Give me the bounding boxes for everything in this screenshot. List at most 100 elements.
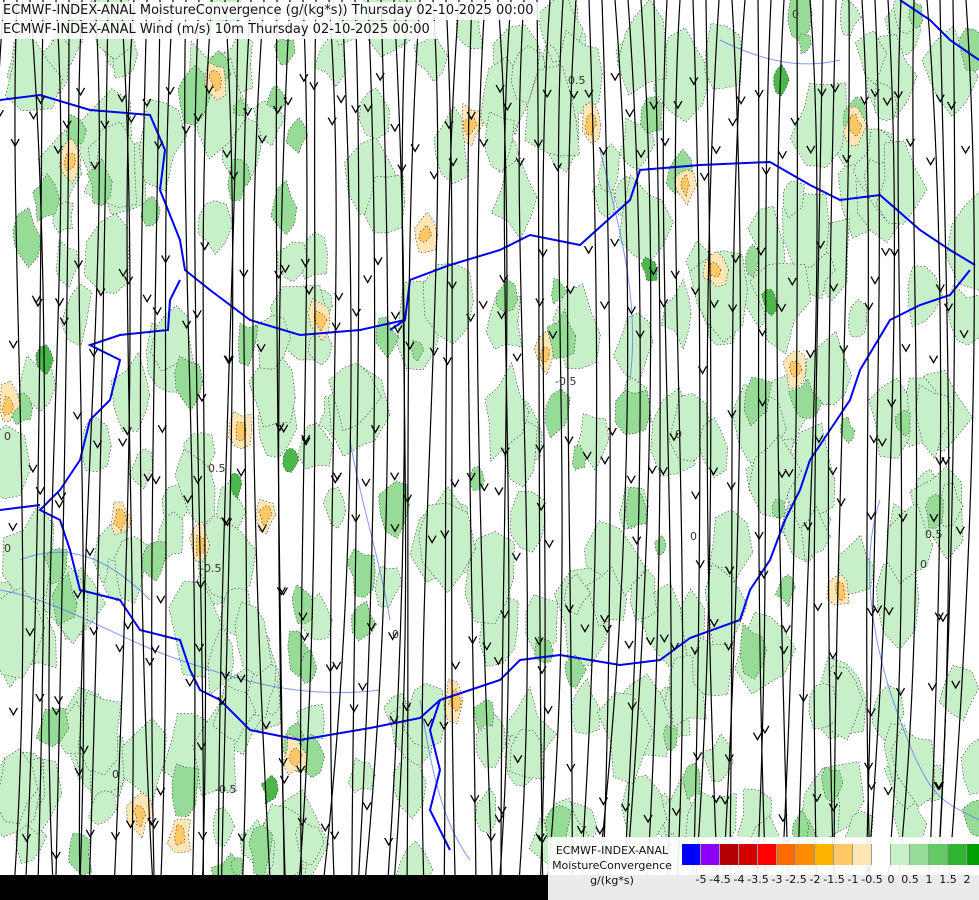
wind-arrowhead — [28, 111, 39, 120]
wind-arrowhead — [699, 172, 710, 182]
wind-arrowhead — [123, 621, 133, 630]
wind-arrowhead — [8, 340, 18, 350]
contour-label: 0.5 — [208, 462, 226, 475]
wind-arrowhead — [8, 707, 18, 717]
field-patch — [545, 388, 571, 439]
wind-arrowhead — [85, 547, 95, 557]
wind-arrowhead — [8, 522, 18, 532]
wind-arrowhead — [692, 752, 703, 761]
streamline — [29, 0, 46, 881]
contour-label: -0.5 — [555, 375, 576, 388]
wind-arrowhead — [625, 109, 635, 118]
wind-arrowhead — [331, 322, 341, 331]
legend-swatch — [758, 844, 777, 865]
wind-arrowhead — [927, 682, 937, 692]
wind-arrowhead — [926, 157, 936, 166]
contour-label: 0 — [4, 542, 11, 555]
wind-arrowhead — [544, 539, 554, 549]
weather-map[interactable]: 0.5 0.5 -0.5 0 -0.5 -0.5 0 0 0.5 0 0 0 0 0 ECMWF-INDE… — [0, 0, 979, 900]
wind-arrowhead — [564, 436, 574, 445]
streamline — [328, 0, 337, 881]
wind-arrowhead — [330, 831, 340, 841]
wind-arrowhead — [442, 356, 453, 366]
legend-swatch — [853, 844, 872, 865]
wind-arrowhead — [478, 300, 488, 310]
wind-arrowhead — [836, 498, 846, 507]
wind-arrowhead — [274, 270, 284, 280]
wind-arrowhead — [451, 661, 461, 671]
color-legend: ECMWF-INDEX-ANAL MoistureConvergence g/(… — [548, 837, 979, 900]
contour-label: 0 — [392, 628, 399, 641]
wind-arrowhead — [351, 105, 361, 114]
legend-tick-label: -4.5 — [709, 873, 731, 886]
field-patch — [654, 534, 667, 556]
field-patch — [322, 486, 346, 530]
legend-tick-label: -4 — [733, 873, 745, 886]
wind-arrowhead — [494, 814, 504, 824]
contour-label: 0 — [4, 430, 11, 443]
legend-tick-label: -5 — [695, 873, 707, 886]
legend-tick-label: -1.5 — [823, 873, 845, 886]
wind-arrowhead — [752, 732, 763, 742]
field-patch — [403, 683, 447, 749]
legend-swatch — [910, 844, 929, 865]
wind-arrowhead — [543, 705, 553, 715]
wind-arrowhead — [165, 86, 175, 96]
contour-label: -0.5 — [200, 562, 221, 575]
wind-arrowhead — [728, 118, 738, 127]
wind-arrowhead — [566, 763, 576, 773]
wind-arrowhead — [198, 831, 208, 841]
wind-arrowhead — [358, 682, 368, 692]
wind-arrowhead — [660, 137, 670, 147]
wind-arrowhead — [695, 559, 705, 569]
wind-arrowhead — [320, 823, 330, 833]
wind-arrowhead — [584, 245, 594, 255]
field-patch — [413, 31, 448, 82]
legend-tick-label: -3.5 — [747, 873, 769, 886]
wind-arrowhead — [142, 294, 152, 303]
wind-arrowhead — [0, 109, 4, 118]
field-patch — [282, 447, 300, 473]
field-patch — [260, 774, 279, 805]
wind-arrowhead — [115, 644, 125, 653]
legend-swatch — [682, 844, 701, 865]
legend-tick-label: -0.5 — [861, 873, 883, 886]
field-patch — [84, 213, 131, 295]
legend-tick-label: -2.5 — [785, 873, 807, 886]
wind-arrowhead — [110, 831, 121, 841]
streamline — [25, 0, 44, 881]
field-patch — [907, 265, 943, 328]
legend-title: ECMWF-INDEX-ANAL MoistureConvergence g/(… — [548, 843, 676, 888]
contour-label: 0.5 — [925, 528, 943, 541]
field-patch — [698, 417, 729, 478]
wind-arrowhead — [813, 602, 823, 612]
field-patch — [614, 389, 651, 435]
wind-arrowhead — [828, 650, 838, 660]
wind-arrowhead — [152, 307, 162, 316]
field-patch — [704, 562, 748, 645]
wind-arrowhead — [626, 475, 636, 485]
contour-label: 0 — [690, 530, 697, 543]
contour-label: -0.5 — [215, 783, 236, 796]
legend-tick-label: -1 — [847, 873, 859, 886]
legend-title-unit: g/(kg*s) — [590, 874, 634, 887]
legend-title-model: ECMWF-INDEX-ANAL — [555, 844, 669, 857]
legend-swatch — [834, 844, 853, 865]
wind-arrowhead — [390, 311, 400, 321]
wind-arrowhead — [361, 478, 371, 488]
wind-arrowhead — [961, 145, 971, 155]
field-patch — [847, 298, 868, 338]
legend-swatch — [872, 844, 891, 865]
map-canvas: 0.5 0.5 -0.5 0 -0.5 -0.5 0 0 0.5 0 0 0 0 0 — [0, 0, 979, 900]
map-title-wind: ECMWF-INDEX-ANAL Wind (m/s) 10m Thursday… — [0, 21, 436, 39]
wind-arrowhead — [197, 393, 207, 403]
field-patch — [60, 283, 92, 347]
field-patch — [212, 807, 235, 848]
wind-arrowhead — [118, 438, 128, 448]
field-patch — [234, 602, 272, 677]
wind-arrowhead — [362, 802, 372, 811]
wind-arrowhead — [901, 343, 911, 353]
field-patch — [273, 37, 296, 66]
wind-arrowhead — [632, 536, 642, 545]
wind-arrowhead — [494, 487, 504, 496]
